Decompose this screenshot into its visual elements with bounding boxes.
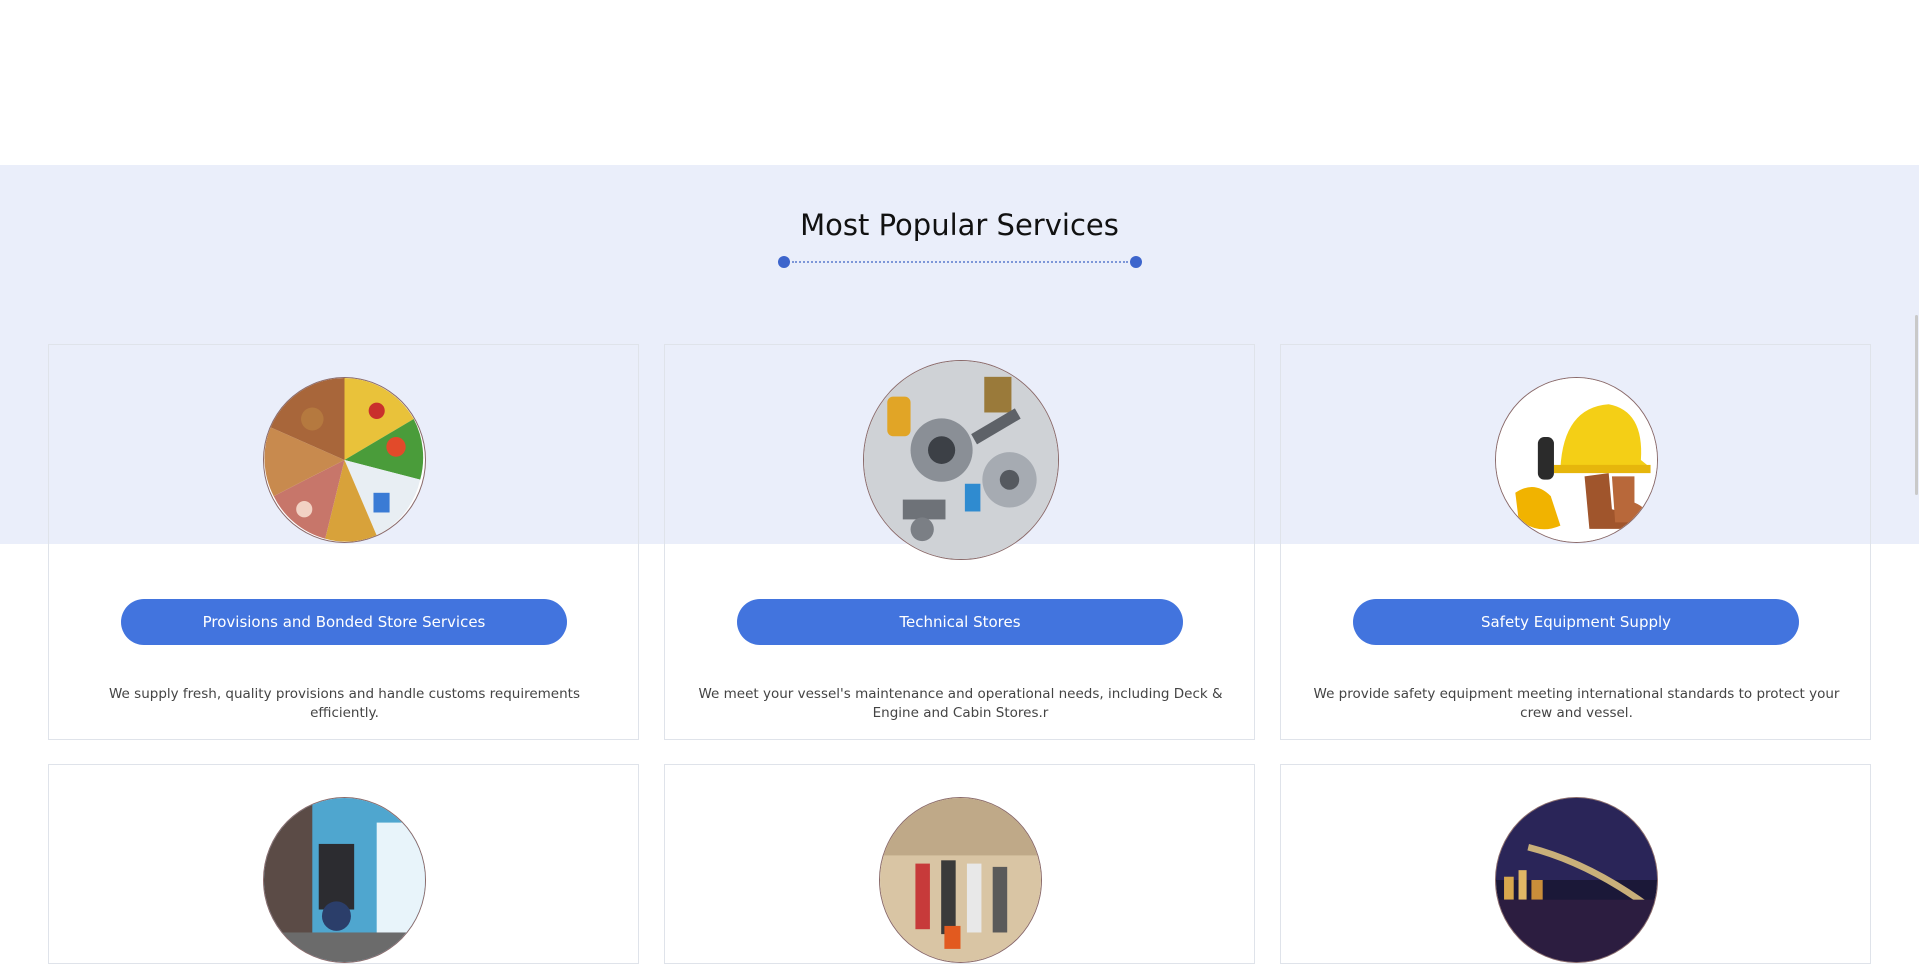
provisions-service-button[interactable]: Provisions and Bonded Store Services xyxy=(121,599,567,645)
service-card-row2-3 xyxy=(1280,764,1871,964)
title-divider xyxy=(778,255,1142,269)
service-card-provisions: Provisions and Bonded Store Services We … xyxy=(48,344,639,740)
crew-change-image xyxy=(879,797,1042,963)
safety-equipment-button[interactable]: Safety Equipment Supply xyxy=(1353,599,1799,645)
safety-gear-image xyxy=(1495,377,1658,543)
service-card-technical-stores: Technical Stores We meet your vessel's m… xyxy=(664,344,1255,740)
safety-equipment-description: We provide safety equipment meeting inte… xyxy=(1313,686,1840,721)
page-scrollbar[interactable] xyxy=(1915,315,1918,495)
machine-parts-image xyxy=(863,360,1059,560)
technical-stores-button[interactable]: Technical Stores xyxy=(737,599,1183,645)
section-title: Most Popular Services xyxy=(800,208,1119,242)
city-bridge-image xyxy=(1495,797,1658,963)
food-provisions-image xyxy=(263,377,426,543)
service-card-row2-2 xyxy=(664,764,1255,964)
service-card-safety-equipment: Safety Equipment Supply We provide safet… xyxy=(1280,344,1871,740)
technical-stores-description: We meet your vessel's maintenance and op… xyxy=(698,686,1223,721)
top-blank-area xyxy=(0,0,1919,165)
service-card-row2-1 xyxy=(48,764,639,964)
provisions-description: We supply fresh, quality provisions and … xyxy=(109,686,580,721)
port-logistics-image xyxy=(263,797,426,963)
divider-dot-right xyxy=(1130,256,1142,268)
divider-dot-left xyxy=(778,256,790,268)
divider-dotted-line xyxy=(792,261,1128,263)
